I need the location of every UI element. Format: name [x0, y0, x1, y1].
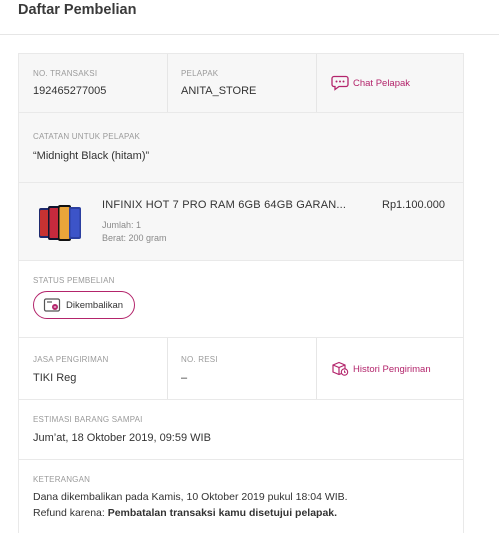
- seller-note-label: CATATAN UNTUK PELAPAK: [33, 132, 141, 141]
- tracking-number-label: NO. RESI: [181, 355, 218, 364]
- purchase-detail-card: NO. TRANSAKSI 192465277005 PELAPAK ANITA…: [18, 53, 464, 533]
- page-title: Daftar Pembelian: [18, 2, 137, 18]
- seller-label: PELAPAK: [181, 69, 219, 78]
- seller-name[interactable]: ANITA_STORE: [181, 85, 256, 97]
- status-badge-label: Dikembalikan: [66, 299, 124, 311]
- seller-note-section: CATATAN UNTUK PELAPAK “Midnight Black (h…: [19, 113, 463, 183]
- status-badge: Dikembalikan: [33, 291, 135, 319]
- refund-reason-prefix: Refund karena:: [33, 507, 108, 519]
- chat-seller-label: Chat Pelapak: [353, 77, 411, 89]
- divider: [167, 338, 168, 399]
- estimate-section: ESTIMASI BARANG SAMPAI Jum’at, 18 Oktobe…: [19, 400, 463, 460]
- package-history-icon: [332, 361, 349, 376]
- chat-bubble-icon: [331, 75, 349, 91]
- product-price: Rp1.100.000: [382, 199, 445, 211]
- transaction-section: NO. TRANSAKSI 192465277005 PELAPAK ANITA…: [19, 54, 463, 113]
- remarks-section: KETERANGAN Dana dikembalikan pada Kamis,…: [19, 460, 463, 533]
- refund-box-icon: [43, 298, 61, 312]
- chat-seller-button[interactable]: Chat Pelapak: [331, 75, 410, 91]
- shipping-service-label: JASA PENGIRIMAN: [33, 355, 109, 364]
- refund-reason-text: Pembatalan transaksi kamu disetujui pela…: [107, 507, 338, 519]
- product-quantity: Jumlah: 1: [102, 220, 142, 230]
- shipping-section: JASA PENGIRIMAN TIKI Reg NO. RESI – Hist…: [19, 338, 463, 400]
- divider: [167, 54, 168, 112]
- divider: [316, 54, 317, 112]
- page-header: Daftar Pembelian: [0, 0, 499, 35]
- shipping-history-button[interactable]: Histori Pengiriman: [331, 361, 431, 377]
- product-section: INFINIX HOT 7 PRO RAM 6GB 64GB GARAN... …: [19, 183, 463, 261]
- transaction-number-label: NO. TRANSAKSI: [33, 69, 98, 78]
- shipping-history-label: Histori Pengiriman: [353, 363, 431, 375]
- product-thumbnail[interactable]: [37, 200, 83, 246]
- product-name[interactable]: INFINIX HOT 7 PRO RAM 6GB 64GB GARAN...: [102, 199, 346, 211]
- estimate-label: ESTIMASI BARANG SAMPAI: [33, 415, 143, 424]
- estimate-value: Jum’at, 18 Oktober 2019, 09:59 WIB: [33, 432, 211, 444]
- seller-note-text: “Midnight Black (hitam)”: [33, 150, 150, 162]
- phone-image: [37, 200, 83, 246]
- status-section: STATUS PEMBELIAN Dikembalikan: [19, 261, 463, 338]
- shipping-service: TIKI Reg: [33, 372, 77, 384]
- refund-reason: Refund karena: Pembatalan transaksi kamu…: [33, 507, 337, 519]
- divider: [316, 338, 317, 399]
- refund-date-text: Dana dikembalikan pada Kamis, 10 Oktober…: [33, 491, 348, 503]
- remarks-label: KETERANGAN: [33, 475, 91, 484]
- product-weight: Berat: 200 gram: [102, 233, 167, 243]
- tracking-number: –: [181, 372, 188, 384]
- transaction-number: 192465277005: [33, 85, 107, 97]
- status-label: STATUS PEMBELIAN: [33, 276, 115, 285]
